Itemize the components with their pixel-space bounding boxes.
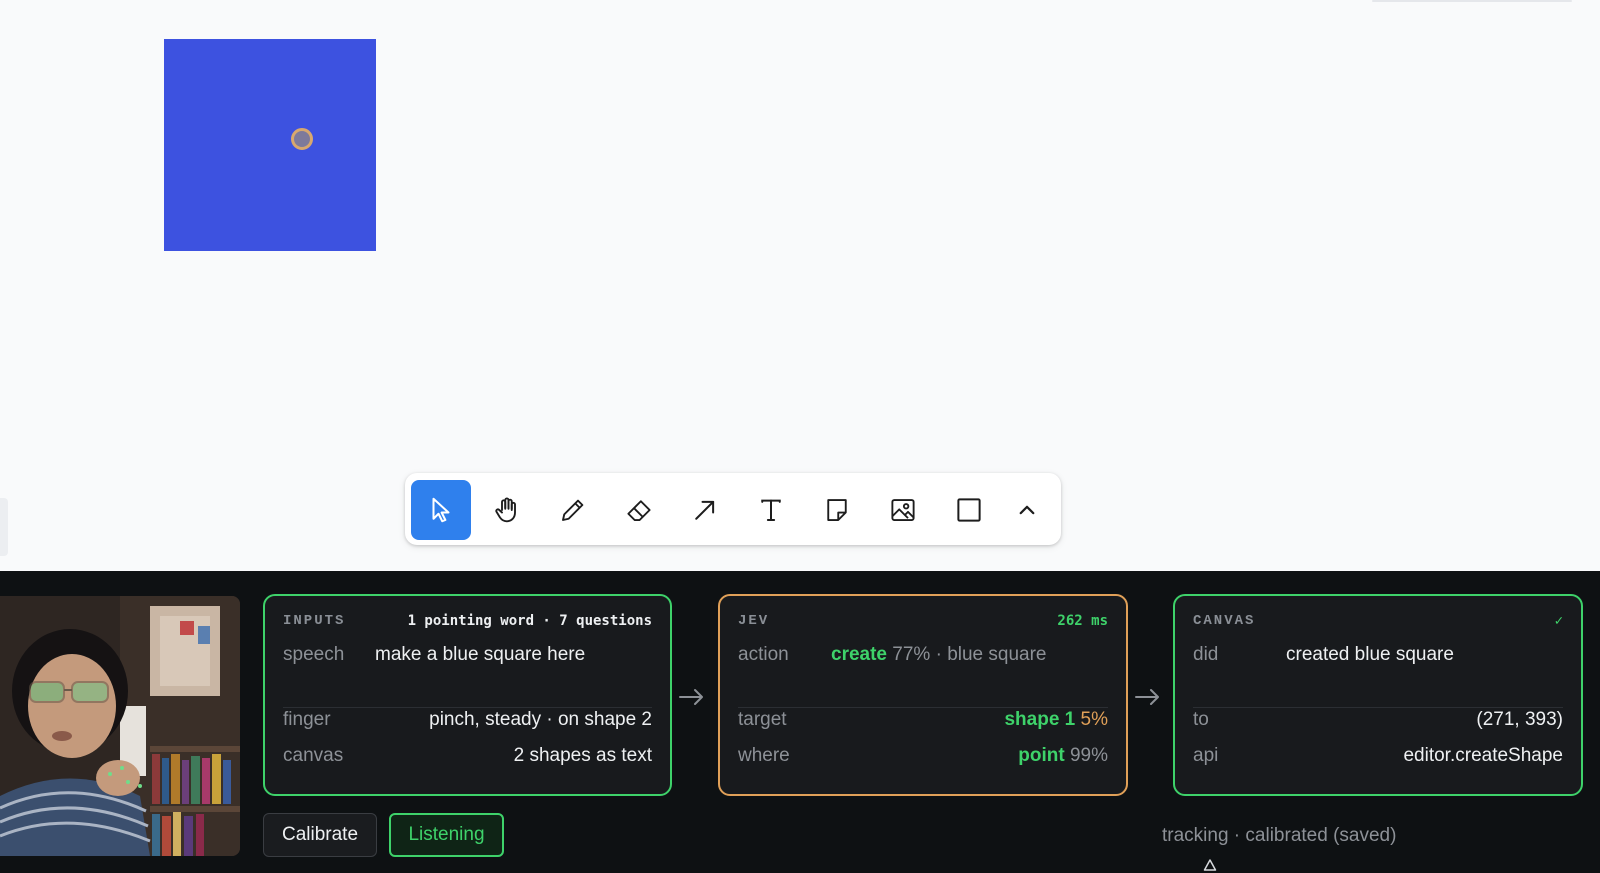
where-label: where: [738, 745, 790, 766]
select-tool-button[interactable]: [411, 480, 471, 540]
canvas-value: 2 shapes as text: [513, 745, 652, 766]
pencil-icon: [562, 499, 584, 521]
did-value: created blue square: [1286, 644, 1454, 665]
draw-tool-button[interactable]: [543, 480, 603, 540]
api-label: api: [1193, 745, 1219, 766]
chevron-up-icon: [1019, 505, 1035, 515]
blue-square-shape[interactable]: [164, 39, 376, 251]
eraser-icon: [627, 500, 651, 521]
hand-icon: [495, 497, 516, 523]
to-value: (271, 393): [1476, 709, 1563, 730]
where-value: point 99%: [1018, 745, 1108, 767]
to-label: to: [1193, 709, 1209, 730]
where-kind: point: [1018, 745, 1065, 766]
action-confidence: 77%: [892, 644, 931, 665]
canvas-card-divider: [1193, 707, 1563, 708]
more-tools-button[interactable]: [997, 480, 1057, 540]
webcam-feed: [0, 596, 240, 856]
text-tool-button[interactable]: [741, 480, 801, 540]
listening-toggle[interactable]: Listening: [389, 813, 504, 857]
action-label: action: [738, 644, 789, 665]
tracking-status: tracking · calibrated (saved): [1162, 825, 1397, 846]
jev-divider: [738, 707, 1108, 708]
action-object: · blue square: [935, 644, 1047, 665]
target-label: target: [738, 709, 787, 730]
note-icon: [827, 499, 847, 521]
calibrate-button[interactable]: Calibrate: [263, 813, 377, 857]
rectangle-tool-button[interactable]: [939, 480, 999, 540]
jev-latency: 262 ms: [1057, 613, 1108, 629]
eraser-tool-button[interactable]: [609, 480, 669, 540]
finger-pointer-indicator: [291, 128, 313, 150]
jev-card: JEV 262 ms action create 77% · blue squa…: [718, 594, 1128, 796]
api-value: editor.createShape: [1403, 745, 1563, 766]
top-edge-strip: [1372, 0, 1572, 2]
image-icon: [891, 499, 915, 521]
media-tool-button[interactable]: [873, 480, 933, 540]
did-label: did: [1193, 644, 1219, 665]
action-value: create 77% · blue square: [831, 644, 1047, 666]
canvas-label: canvas: [283, 745, 344, 766]
inputs-divider: [283, 707, 652, 708]
canvas-card-title: CANVAS: [1193, 613, 1256, 629]
select-cursor-icon: [432, 497, 450, 523]
speech-value: make a blue square here: [375, 644, 586, 665]
speech-label: speech: [283, 644, 345, 665]
inputs-title: INPUTS: [283, 613, 346, 629]
text-icon: [761, 499, 781, 521]
flow-arrow-icon: [679, 689, 703, 705]
note-tool-button[interactable]: [807, 480, 867, 540]
flow-arrow-icon: [1135, 689, 1159, 705]
target-shape: shape 1: [1004, 709, 1076, 730]
action-verb: create: [831, 644, 887, 665]
where-confidence: 99%: [1069, 745, 1108, 766]
check-icon: ✓: [1554, 613, 1563, 629]
hand-tool-button[interactable]: [477, 480, 537, 540]
arrow-tool-button[interactable]: [675, 480, 735, 540]
tool-bar: [405, 473, 1061, 545]
target-confidence: 5%: [1080, 709, 1108, 730]
canvas-card: CANVAS ✓ did created blue square to (271…: [1173, 594, 1583, 796]
finger-value: pinch, steady · on shape 2: [429, 709, 652, 730]
inputs-meta: 1 pointing word · 7 questions: [407, 613, 652, 629]
jev-title: JEV: [738, 613, 770, 629]
side-panel-handle[interactable]: [0, 498, 8, 556]
finger-label: finger: [283, 709, 331, 730]
rectangle-icon: [957, 498, 981, 522]
triangle-up-icon[interactable]: [1203, 858, 1217, 872]
arrow-icon: [695, 500, 715, 520]
target-value: shape 1 5%: [1004, 709, 1108, 731]
inputs-card: INPUTS 1 pointing word · 7 questions spe…: [263, 594, 672, 796]
